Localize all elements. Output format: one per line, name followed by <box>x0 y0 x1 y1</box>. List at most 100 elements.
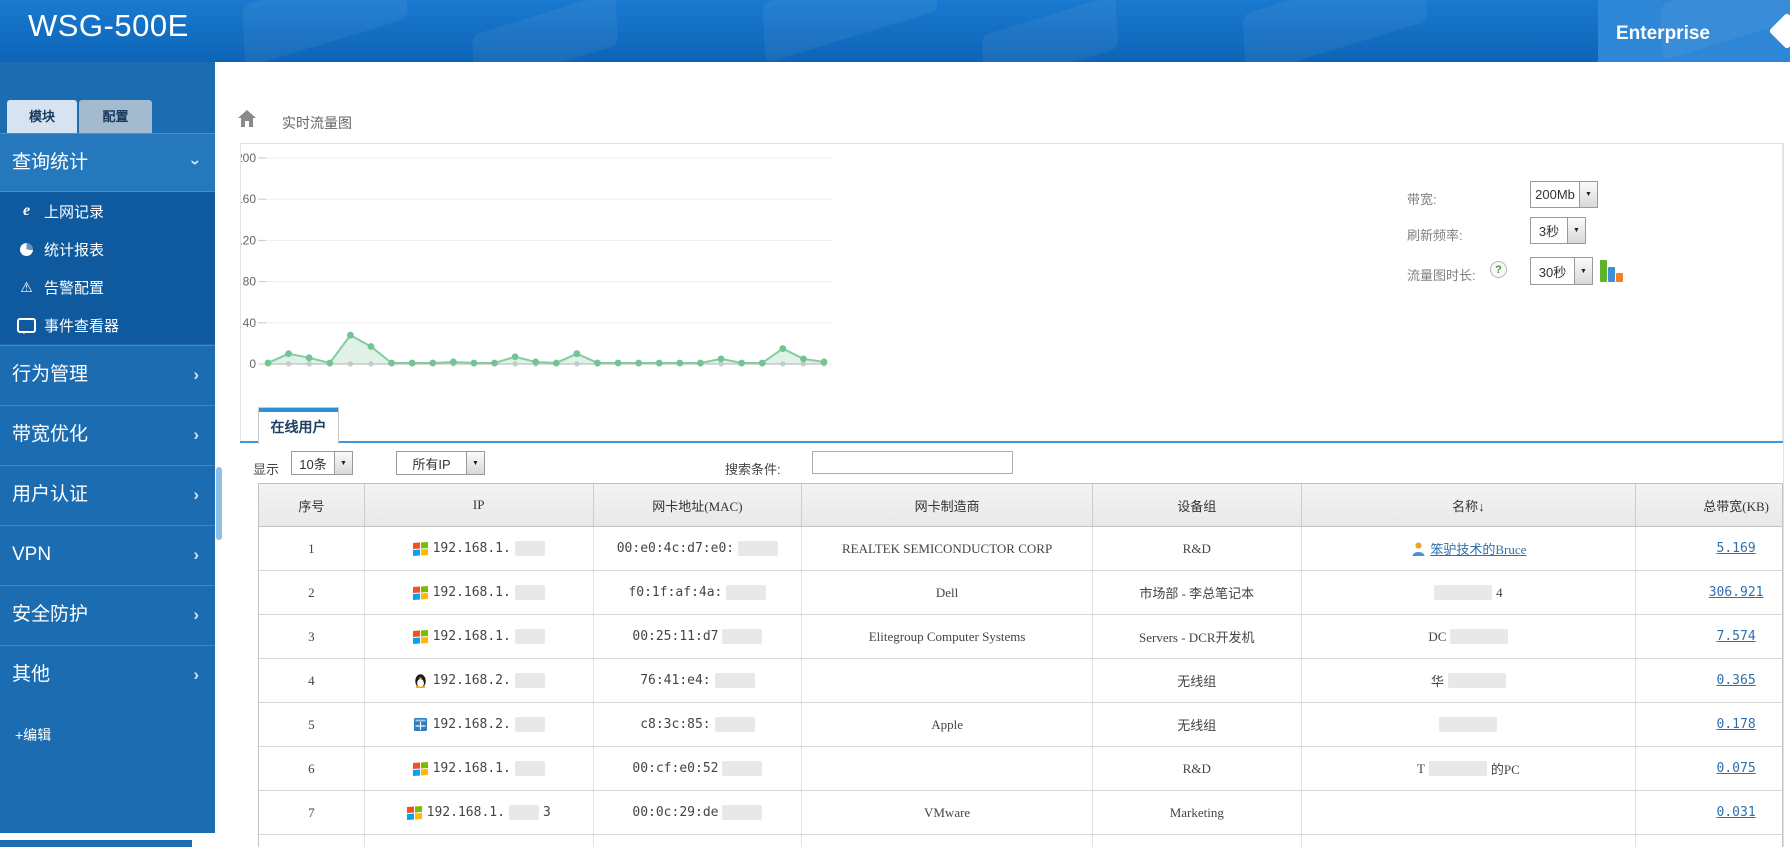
chart-duration-select[interactable]: 30秒 <box>1530 257 1593 285</box>
refresh-rate-value: 3秒 <box>1538 224 1560 239</box>
chevron-right-icon: › <box>193 365 199 384</box>
cell-ip: 192.168.1. <box>365 571 594 614</box>
ie-icon: e <box>22 202 31 219</box>
dropdown-arrow-icon[interactable] <box>334 452 352 474</box>
mac-text: c8:3c:85: <box>640 717 711 732</box>
sidebar-item-1[interactable]: 统计报表 <box>0 230 215 268</box>
cell-device-group: Marketing <box>1093 835 1302 847</box>
redacted-blur <box>514 541 545 556</box>
column-header-label: 网卡制造商 <box>914 498 980 514</box>
redacted-blur <box>722 629 763 644</box>
table-row: 2 192.168.1. f0:1f:af:4a: Dell 市场部 - 李总笔记本 4 3… <box>259 571 1782 615</box>
bandwidth-link[interactable]: 0.075 <box>1717 761 1756 776</box>
ip-text: 192.168.1. <box>432 629 511 644</box>
redacted-blur <box>714 673 755 688</box>
windows-icon <box>413 629 429 644</box>
refresh-rate-select[interactable]: 3秒 <box>1530 217 1586 244</box>
page-size-select[interactable]: 10条 <box>291 451 353 475</box>
column-header-4[interactable]: 设备组 <box>1093 484 1302 526</box>
cell-mac: 00:0c:29:1d:9 <box>594 835 803 847</box>
bandwidth-select[interactable]: 200Mb <box>1530 181 1598 208</box>
ip-text: 192.168.1. <box>426 805 505 820</box>
redacted-blur <box>1450 629 1509 644</box>
bandwidth-link[interactable]: 5.169 <box>1717 541 1756 556</box>
search-input[interactable] <box>812 451 1013 474</box>
legacy-windows-icon <box>413 717 429 732</box>
user-name-text: DC <box>1428 628 1447 644</box>
sidebar-item-3[interactable]: 事件查看器 <box>0 306 215 344</box>
ip-text: 192.168.1. <box>432 541 511 556</box>
sidebar-section-4[interactable]: 安全防护 › <box>0 585 215 645</box>
bandwidth-link[interactable]: 7.574 <box>1717 629 1756 644</box>
cell-bandwidth: 0.021 <box>1636 835 1782 847</box>
mac-text: f0:1f:af:4a: <box>628 585 723 600</box>
dropdown-arrow-icon[interactable] <box>1579 182 1597 207</box>
dropdown-arrow-icon[interactable] <box>1574 258 1592 284</box>
sidebar-section-label: 用户认证 <box>12 484 89 505</box>
sidebar-item-0[interactable]: e 上网记录 <box>0 192 215 230</box>
sidebar-section-1[interactable]: 带宽优化 › <box>0 405 215 465</box>
sidebar-section-5[interactable]: 其他 › <box>0 645 215 705</box>
ip-filter-select[interactable]: 所有IP <box>396 451 485 475</box>
sidebar-edit-link[interactable]: +编辑 <box>15 725 51 745</box>
cell-device-group: R&D <box>1093 527 1302 570</box>
column-header-2[interactable]: 网卡地址(MAC) <box>594 484 803 526</box>
cell-ip: 192.168.1. 3 <box>365 791 594 834</box>
sidebar-tab-modules[interactable]: 模块 <box>7 100 77 133</box>
redacted-blur <box>738 541 779 556</box>
sidebar-scrollbar-thumb[interactable] <box>216 467 222 540</box>
home-icon[interactable] <box>238 110 256 127</box>
cell-ip: 192.168.1. <box>365 747 594 790</box>
sidebar-section-2[interactable]: 用户认证 › <box>0 465 215 525</box>
cell-name: DC <box>1302 615 1637 658</box>
column-header-5[interactable]: 名称↓ <box>1302 484 1637 526</box>
column-header-label: 序号 <box>298 498 325 514</box>
chevron-right-icon: › <box>193 605 199 624</box>
sidebar-section-label: 其他 <box>12 664 51 685</box>
cell-index: 2 <box>259 571 365 614</box>
sidebar-section-0[interactable]: 行为管理 › <box>0 345 215 405</box>
bandwidth-link[interactable]: 0.178 <box>1717 717 1756 732</box>
app-root: WSG-500E Enterprise 模块 配置 查询统计 › e 上网记录 统计… <box>0 0 1790 847</box>
tab-online-users[interactable]: 在线用户 <box>258 407 339 444</box>
cell-ip: 192.168.1. <box>365 615 594 658</box>
user-name-text: T <box>1416 760 1425 776</box>
sidebar-section-3[interactable]: VPN › <box>0 525 215 585</box>
column-header-0[interactable]: 序号 <box>259 484 365 526</box>
cell-bandwidth: 306.921 <box>1636 571 1782 614</box>
cell-name <box>1302 791 1637 834</box>
user-name-link[interactable]: 笨驴技术的Bruce <box>1430 539 1526 558</box>
cell-device-group: Marketing <box>1093 791 1302 834</box>
sidebar-scrollbar-track[interactable] <box>215 62 223 847</box>
cell-device-group: 无线组 <box>1093 659 1302 702</box>
dropdown-arrow-icon[interactable] <box>1567 218 1585 243</box>
sidebar-section-query-stats[interactable]: 查询统计 › <box>0 133 215 192</box>
sidebar-item-2[interactable]: ⚠ 告警配置 <box>0 268 215 306</box>
bandwidth-link[interactable]: 0.031 <box>1717 805 1756 820</box>
help-icon[interactable]: ? <box>1490 261 1507 278</box>
redacted-blur <box>514 761 545 776</box>
edition-panel: Enterprise <box>1598 0 1790 62</box>
redacted-blur <box>1439 717 1498 732</box>
column-header-1[interactable]: IP <box>365 484 594 526</box>
bandwidth-link[interactable]: 0.365 <box>1717 673 1756 688</box>
cell-vendor <box>802 747 1093 790</box>
column-header-6[interactable]: 总带宽(KB) <box>1636 484 1782 526</box>
column-header-3[interactable]: 网卡制造商 <box>802 484 1093 526</box>
sidebar-item-label: 统计报表 <box>44 241 105 259</box>
redacted-blur <box>726 585 767 600</box>
bandwidth-link[interactable]: 306.921 <box>1709 585 1764 600</box>
chart-type-icon[interactable] <box>1600 258 1626 282</box>
cell-vendor: Elitegroup Computer Systems <box>802 615 1093 658</box>
chevron-right-icon: › <box>193 485 199 504</box>
cell-ip: 192.168.2. <box>365 659 594 702</box>
sidebar-item-label: 告警配置 <box>44 279 105 297</box>
sidebar-tab-config[interactable]: 配置 <box>79 100 152 133</box>
cell-mac: 76:41:e4: <box>594 659 803 702</box>
cell-bandwidth: 0.178 <box>1636 703 1782 746</box>
cell-name: 笨驴技术的Bruce <box>1302 527 1637 570</box>
cell-device-group: Servers - DCR开发机 <box>1093 615 1302 658</box>
dropdown-arrow-icon[interactable] <box>466 452 484 474</box>
cell-name <box>1302 835 1637 847</box>
cell-index: 7 <box>259 791 365 834</box>
